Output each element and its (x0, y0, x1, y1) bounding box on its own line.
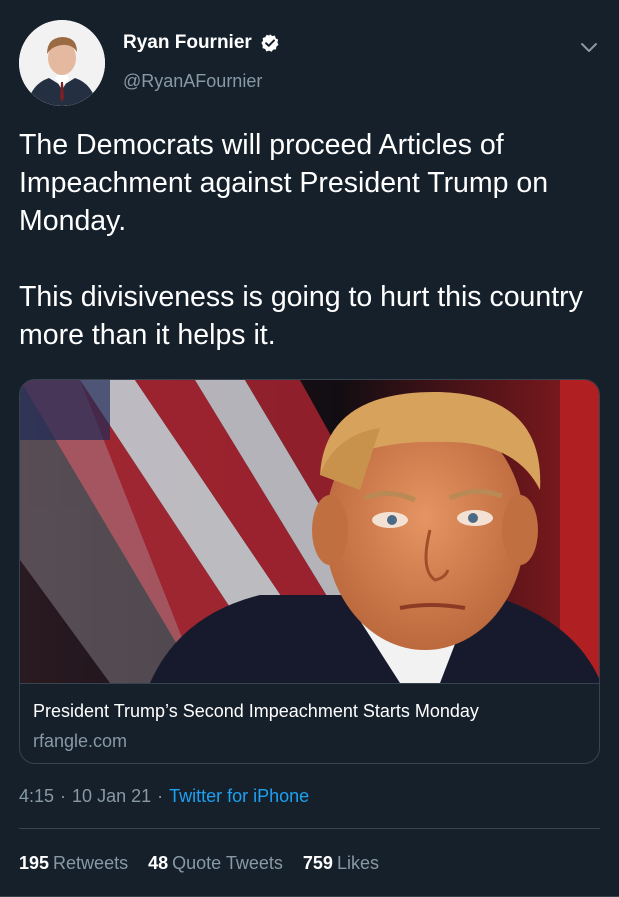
tweet-date: 10 Jan 21 (72, 786, 152, 806)
meta-separator: · (60, 786, 67, 806)
retweets-label: Retweets (53, 853, 129, 873)
author-display-name[interactable]: Ryan Fournier (123, 32, 252, 54)
tweet-meta: 4:15 · 10 Jan 21 · Twitter for iPhone (19, 786, 309, 807)
card-meta: President Trump’s Second Impeachment Sta… (20, 683, 599, 763)
card-title: President Trump’s Second Impeachment Sta… (33, 701, 479, 721)
tweet-source-link[interactable]: Twitter for iPhone (169, 786, 309, 806)
likes-stat[interactable]: 759 Likes (303, 853, 379, 874)
tweet-text: The Democrats will proceed Articles of I… (19, 126, 599, 354)
author-handle[interactable]: @RyanAFournier (123, 71, 262, 92)
quote-tweets-count: 48 (148, 853, 169, 873)
avatar-image (19, 20, 105, 106)
author-avatar[interactable] (19, 20, 105, 106)
tweet-paragraph: The Democrats will proceed Articles of I… (19, 129, 549, 237)
card-image (20, 380, 599, 683)
divider (19, 828, 600, 829)
verified-badge-icon (261, 34, 279, 52)
meta-separator: · (157, 786, 164, 806)
link-card[interactable]: President Trump’s Second Impeachment Sta… (19, 379, 600, 764)
tweet-time: 4:15 (19, 786, 55, 806)
tweet-header: Ryan Fournier @RyanAFournier (19, 20, 600, 106)
tweet-detail: Ryan Fournier @RyanAFournier The Democra… (0, 0, 619, 897)
retweets-count: 195 (19, 853, 50, 873)
quote-tweets-stat[interactable]: 48 Quote Tweets (148, 853, 283, 874)
likes-label: Likes (336, 853, 379, 873)
tweet-paragraph: This divisiveness is going to hurt this … (19, 281, 583, 351)
likes-count: 759 (302, 853, 333, 873)
author-name-row: Ryan Fournier (123, 32, 280, 54)
chevron-down-icon[interactable] (578, 36, 600, 58)
quote-tweets-label: Quote Tweets (172, 853, 283, 873)
retweets-stat[interactable]: 195 Retweets (19, 853, 128, 874)
tweet-stats: 195 Retweets 48 Quote Tweets 759 Likes (19, 853, 394, 874)
card-domain: rfangle.com (33, 731, 128, 751)
